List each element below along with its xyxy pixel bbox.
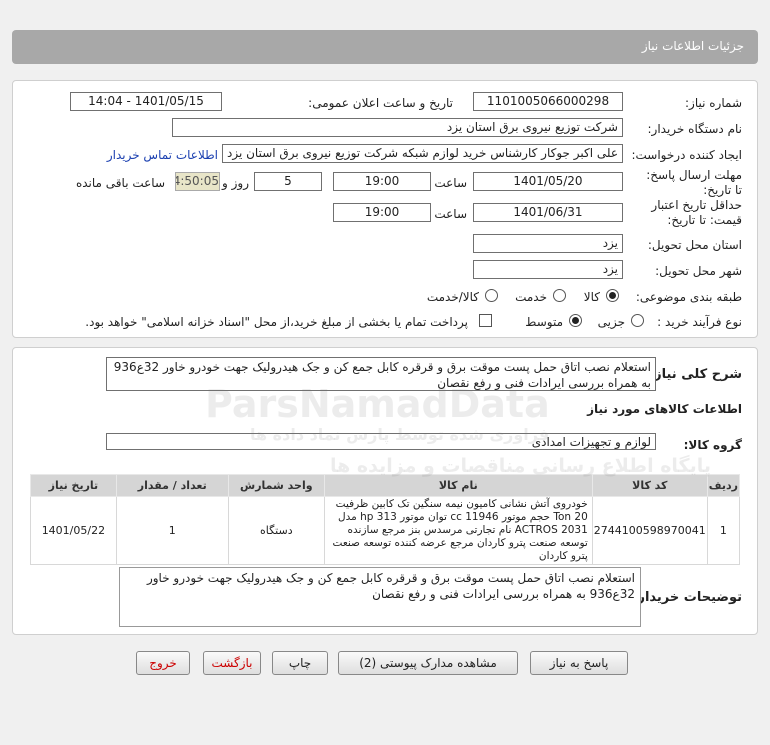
category-goods-label: کالا [583, 290, 600, 304]
table-header-row: ردیف کد کالا نام کالا واحد شمارش تعداد /… [30, 474, 741, 497]
remaining-time-field: 04:50:05 [175, 172, 220, 191]
col-unit: واحد شمارش [227, 474, 325, 497]
cell-name: خودروی آتش نشانی کامیون نیمه سنگین تک کا… [323, 496, 593, 565]
city-field: یزد [473, 260, 623, 279]
deadline-date-field: 1401/05/20 [473, 172, 623, 191]
category-service-label: خدمت [515, 290, 547, 304]
creator-label: ایجاد کننده درخواست: [631, 148, 742, 162]
print-button[interactable]: چاپ [272, 651, 328, 675]
cell-row: 1 [706, 496, 741, 565]
deadline-time-label: ساعت [434, 176, 467, 190]
attachments-button[interactable]: مشاهده مدارک پیوستی (2) [338, 651, 518, 675]
goods-group-label: گروه کالا: [683, 438, 742, 452]
days-label: روز و [222, 176, 249, 190]
deadline-time-field: 19:00 [333, 172, 431, 191]
province-label: استان محل تحویل: [647, 238, 742, 252]
buyer-label: نام دستگاه خریدار: [647, 122, 743, 136]
col-qty: تعداد / مقدار [115, 474, 229, 497]
purchase-minor-label: جزیی [597, 315, 625, 329]
creator-field: علی اکبر جوکار کارشناس خرید لوازم شبکه ش… [222, 144, 623, 163]
back-button[interactable]: بازگشت [203, 651, 261, 675]
payment-note: پرداخت تمام یا بخشی از مبلغ خرید،از محل … [85, 315, 468, 329]
col-code: کد کالا [591, 474, 708, 497]
col-date: تاریخ نیاز [30, 474, 117, 497]
cell-date: 1401/05/22 [30, 496, 117, 565]
cell-qty: 1 [115, 496, 229, 565]
summary-label: شرح کلی نیاز: [648, 367, 742, 382]
cell-unit: دستگاه [227, 496, 325, 565]
items-table: ردیف کد کالا نام کالا واحد شمارش تعداد /… [30, 474, 741, 565]
page-header: جزئیات اطلاعات نیاز [12, 30, 758, 64]
col-row: ردیف [706, 474, 741, 497]
need-number-label: شماره نیاز: [685, 96, 742, 110]
purchase-medium-radio[interactable] [569, 314, 582, 327]
page-title: جزئیات اطلاعات نیاز [641, 39, 744, 53]
category-label: طبقه بندی موضوعی: [635, 290, 742, 304]
goods-info-title: اطلاعات کالاهای مورد نیاز [587, 402, 742, 416]
remaining-label: ساعت باقی مانده [75, 176, 165, 190]
announce-field: 1401/05/15 - 14:04 [70, 92, 222, 111]
buyer-field: شرکت توزیع نیروی برق استان یزد [172, 118, 623, 137]
purchase-minor-radio[interactable] [631, 314, 644, 327]
col-name: نام کالا [323, 474, 593, 497]
province-field: یزد [473, 234, 623, 253]
buyer-notes-label: توضیحات خریدار: [632, 590, 742, 605]
city-label: شهر محل تحویل: [655, 264, 742, 278]
validity-date-field: 1401/06/31 [473, 203, 623, 222]
cell-code: 2744100598970041 [591, 496, 708, 565]
need-number-field: 1101005066000298 [473, 92, 623, 111]
treasury-payment-checkbox[interactable] [479, 314, 492, 327]
buyer-notes-field: استعلام نصب اتاق حمل پست موقت برق و قرقر… [119, 567, 641, 627]
category-both-label: کالا/خدمت [426, 290, 479, 304]
deadline-label: مهلت ارسال پاسخ: تا تاریخ: [646, 168, 742, 197]
contact-buyer-link[interactable]: اطلاعات تماس خریدار [107, 148, 218, 162]
table-row: 1 2744100598970041 خودروی آتش نشانی کامی… [30, 496, 741, 565]
announce-label: تاریخ و ساعت اعلان عمومی: [308, 96, 453, 110]
days-field: 5 [254, 172, 322, 191]
category-goods-radio[interactable] [606, 289, 619, 302]
summary-field: استعلام نصب اتاق حمل پست موقت برق و قرقر… [106, 357, 656, 391]
purchase-type-label: نوع فرآیند خرید : [657, 315, 742, 329]
validity-time-field: 19:00 [333, 203, 431, 222]
purchase-medium-label: متوسط [525, 315, 563, 329]
category-service-radio[interactable] [553, 289, 566, 302]
reply-button[interactable]: پاسخ به نیاز [530, 651, 628, 675]
goods-group-field: لوازم و تجهیزات امدادی [106, 433, 656, 450]
validity-time-label: ساعت [434, 207, 467, 221]
exit-button[interactable]: خروج [136, 651, 190, 675]
category-both-radio[interactable] [485, 289, 498, 302]
validity-label: حداقل تاریخ اعتبار قیمت: تا تاریخ: [651, 198, 742, 227]
